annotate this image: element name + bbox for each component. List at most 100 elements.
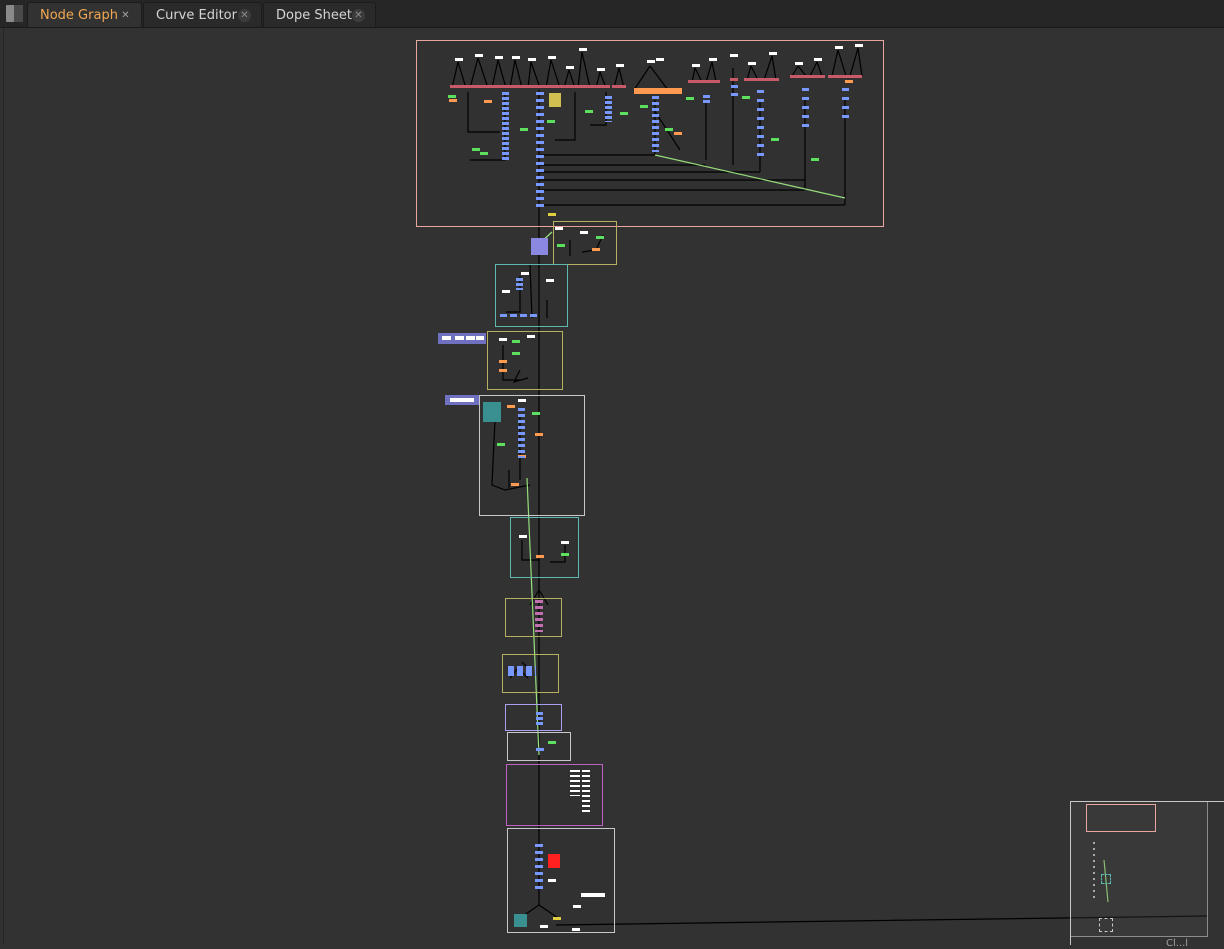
read-node[interactable]: [769, 52, 777, 55]
roto-node[interactable]: [507, 405, 515, 408]
transform-node[interactable]: [512, 340, 520, 343]
read-node[interactable]: [527, 335, 535, 338]
read-node[interactable]: [519, 535, 527, 538]
roto-node[interactable]: [499, 360, 507, 363]
node[interactable]: [476, 336, 484, 340]
backdrop-node[interactable]: [505, 598, 562, 637]
read-node[interactable]: [656, 58, 664, 61]
read-node[interactable]: [455, 58, 463, 61]
grade-node-stack[interactable]: [536, 92, 544, 207]
transform-node[interactable]: [640, 105, 648, 108]
read-node[interactable]: [597, 68, 605, 71]
grade-node-stack[interactable]: [703, 95, 710, 103]
backdrop-node[interactable]: [510, 517, 579, 578]
transform-node[interactable]: [561, 553, 569, 556]
transform-node[interactable]: [771, 138, 779, 141]
grade-node-stack[interactable]: [757, 90, 764, 160]
merge-node-row[interactable]: [450, 85, 610, 88]
read-node[interactable]: [573, 905, 581, 908]
read-node[interactable]: [855, 44, 863, 47]
transform-node[interactable]: [585, 110, 593, 113]
merge-node[interactable]: [730, 78, 738, 81]
grade-node-stack[interactable]: [536, 712, 543, 726]
merge-node[interactable]: [744, 78, 779, 81]
read-node-stack[interactable]: [570, 770, 580, 796]
read-node[interactable]: [548, 56, 556, 59]
transform-node[interactable]: [532, 412, 540, 415]
read-node[interactable]: [495, 56, 503, 59]
transform-node[interactable]: [686, 97, 694, 100]
merge-node[interactable]: [688, 80, 720, 83]
backdrop-node[interactable]: [505, 704, 562, 731]
merge-node[interactable]: [790, 75, 825, 78]
group-node[interactable]: [514, 914, 527, 927]
roto-node[interactable]: [634, 88, 682, 94]
minimap-viewport[interactable]: [1070, 801, 1224, 945]
transform-node[interactable]: [665, 128, 673, 131]
backdrop-node[interactable]: [507, 732, 571, 761]
transform-node[interactable]: [472, 148, 480, 151]
grade-node-stack[interactable]: [731, 85, 738, 99]
read-node[interactable]: [561, 541, 569, 544]
read-node[interactable]: [548, 879, 556, 882]
read-node[interactable]: [546, 279, 554, 282]
group-node[interactable]: [483, 402, 501, 422]
grade-node-row[interactable]: [500, 314, 540, 317]
read-node[interactable]: [647, 60, 655, 63]
read-node[interactable]: [512, 56, 520, 59]
grade-node-stack[interactable]: [802, 88, 809, 128]
transform-node[interactable]: [557, 244, 565, 247]
transform-node[interactable]: [480, 152, 488, 155]
read-node[interactable]: [692, 64, 700, 67]
merge-node[interactable]: [828, 75, 862, 78]
roto-node[interactable]: [511, 483, 519, 486]
backdrop-node[interactable]: [416, 40, 884, 227]
grade-node-stack[interactable]: [605, 96, 612, 122]
transform-node[interactable]: [448, 95, 456, 98]
grade-node-stack[interactable]: [535, 844, 543, 889]
read-node[interactable]: [814, 58, 822, 61]
read-node[interactable]: [748, 62, 756, 65]
merge-node-stack[interactable]: [535, 600, 543, 632]
transform-node[interactable]: [620, 112, 628, 115]
roto-node[interactable]: [484, 100, 492, 103]
node[interactable]: [466, 336, 475, 340]
output-node[interactable]: [548, 213, 556, 216]
read-node[interactable]: [835, 46, 843, 49]
read-node[interactable]: [581, 893, 605, 897]
roto-node[interactable]: [536, 555, 544, 558]
read-node[interactable]: [730, 54, 738, 57]
node[interactable]: [442, 336, 451, 340]
output-node[interactable]: [553, 917, 561, 920]
roto-node[interactable]: [845, 80, 853, 83]
roto-node[interactable]: [592, 248, 600, 251]
grade-node-stack[interactable]: [518, 408, 525, 458]
transform-node[interactable]: [742, 96, 750, 99]
grade-node[interactable]: [536, 748, 544, 751]
transform-node[interactable]: [512, 352, 520, 355]
read-node[interactable]: [579, 48, 587, 51]
roto-node[interactable]: [535, 433, 543, 436]
merge-node[interactable]: [548, 854, 560, 868]
grade-node-stack[interactable]: [502, 92, 509, 160]
transform-node[interactable]: [811, 158, 819, 161]
merge-node[interactable]: [612, 85, 626, 88]
group-node[interactable]: [531, 238, 548, 255]
roto-node[interactable]: [674, 132, 682, 135]
read-node-stack[interactable]: [582, 770, 590, 814]
read-node[interactable]: [521, 272, 529, 275]
read-node[interactable]: [709, 58, 717, 61]
read-node[interactable]: [518, 399, 526, 402]
roto-node[interactable]: [449, 99, 457, 102]
read-node[interactable]: [502, 290, 510, 293]
transform-node[interactable]: [520, 128, 528, 131]
read-node[interactable]: [616, 64, 624, 67]
read-node[interactable]: [795, 62, 803, 65]
grade-node-row[interactable]: [508, 666, 536, 676]
grade-node-stack[interactable]: [516, 278, 523, 290]
node[interactable]: [455, 336, 464, 340]
transform-node[interactable]: [548, 741, 556, 744]
transform-node[interactable]: [547, 120, 555, 123]
grade-node-stack[interactable]: [842, 88, 849, 118]
grade-node-stack[interactable]: [652, 96, 659, 152]
